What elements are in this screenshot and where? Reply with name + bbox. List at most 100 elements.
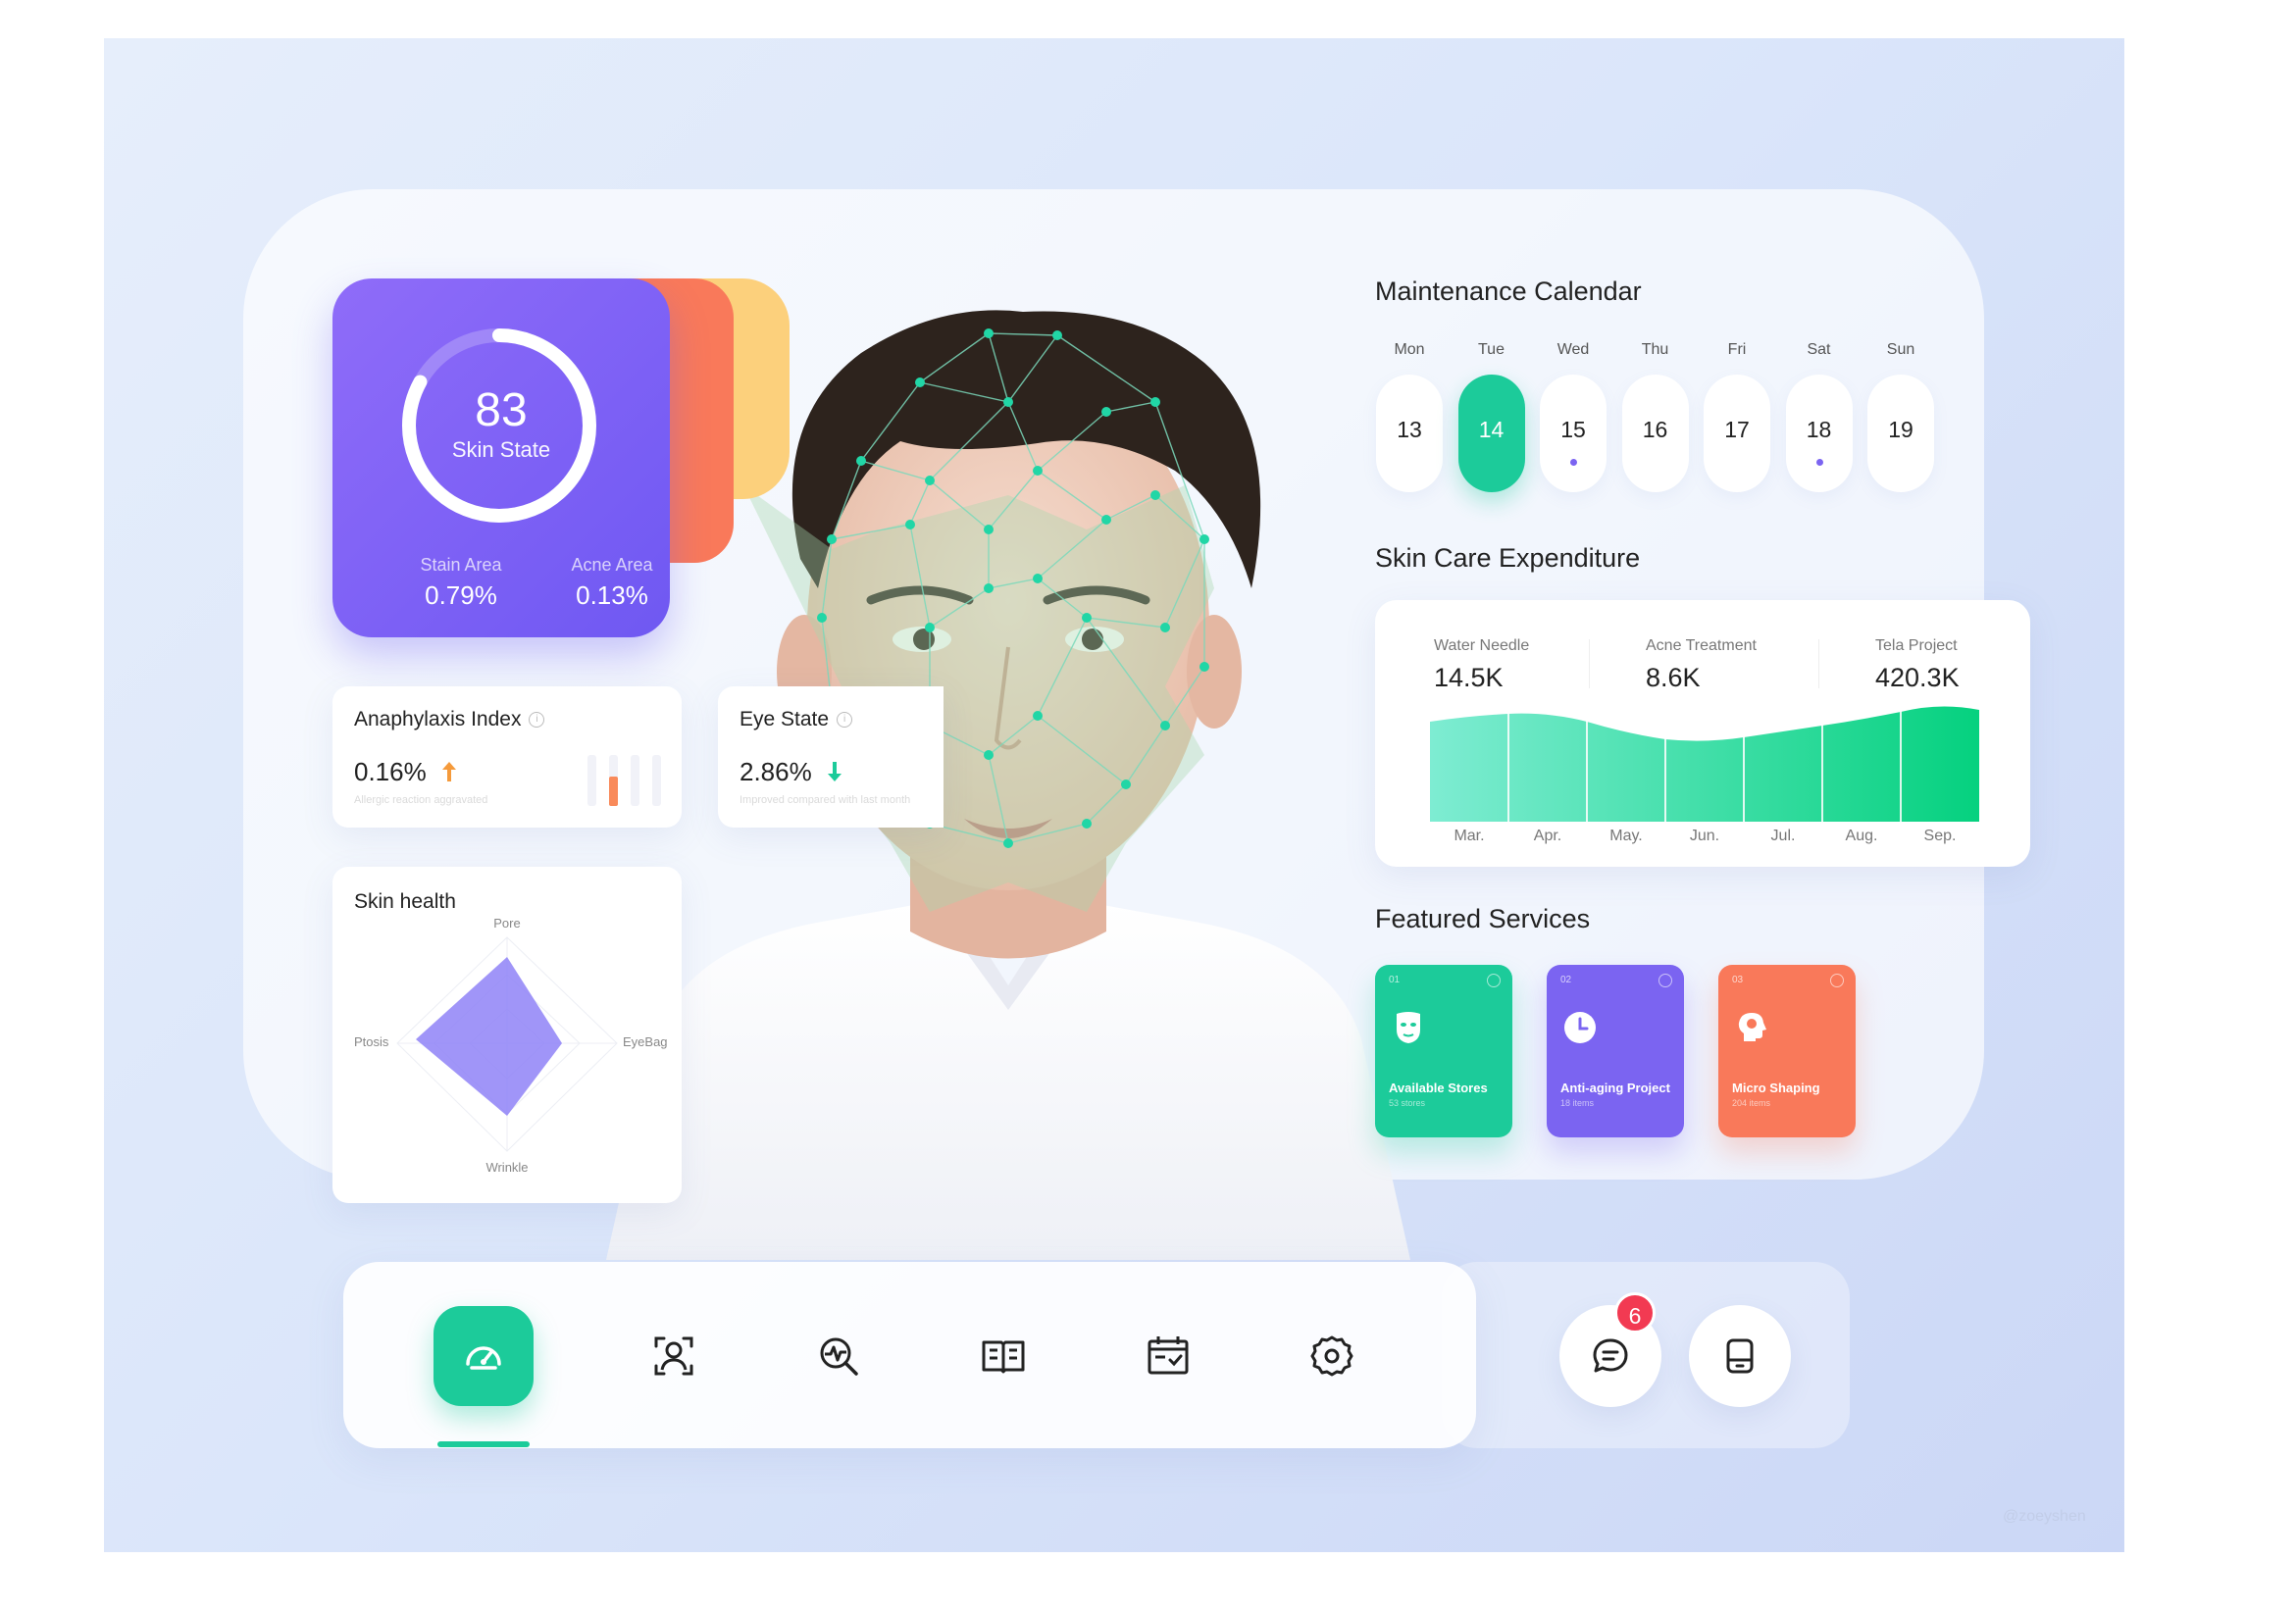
day-number: 18 bbox=[1806, 417, 1832, 442]
service-number: 01 bbox=[1389, 975, 1401, 985]
month-label: Jun. bbox=[1689, 828, 1720, 844]
nav-button-calendar-check[interactable] bbox=[1118, 1306, 1218, 1406]
tablet-icon bbox=[1726, 1338, 1754, 1374]
chat-icon bbox=[1593, 1338, 1628, 1373]
skin-health-radar: Pore EyeBag Wrinkle Ptosis bbox=[354, 916, 668, 1175]
event-dot bbox=[1815, 459, 1823, 466]
calendar-day-17[interactable]: 17 bbox=[1704, 375, 1770, 492]
service-number: 03 bbox=[1732, 975, 1744, 985]
service-card-2[interactable]: 02 Anti-aging Project 18 items bbox=[1547, 965, 1684, 1137]
month-label: Apr. bbox=[1533, 828, 1562, 844]
clock-icon bbox=[1560, 1008, 1600, 1047]
watermark: @zoeyshen bbox=[2003, 1508, 2086, 1525]
calendar-day-14[interactable]: 14 bbox=[1457, 375, 1525, 492]
exp-divider bbox=[1818, 639, 1819, 688]
calendar-day-18[interactable]: 18 bbox=[1785, 375, 1853, 492]
nav-button-dashboard[interactable] bbox=[434, 1306, 534, 1406]
service-card-1[interactable]: 01 Available Stores 53 stores bbox=[1375, 965, 1512, 1137]
info-icon[interactable] bbox=[1487, 974, 1501, 987]
head-profile-icon bbox=[1732, 1008, 1771, 1047]
eye-state-card[interactable]: Eye State i 2.86% Improved compared with … bbox=[718, 686, 944, 828]
service-subtitle: 204 items bbox=[1732, 1098, 1771, 1108]
nav-button-book[interactable] bbox=[953, 1306, 1053, 1406]
month-label: Jul. bbox=[1770, 828, 1796, 844]
featured-services-title: Featured Services bbox=[1375, 904, 1591, 933]
exp-stat-value: 8.6K bbox=[1646, 663, 1701, 692]
day-name-mon: Mon bbox=[1394, 341, 1425, 358]
skin-health-card[interactable]: Skin health Pore EyeBag Wrinkle Ptosis bbox=[332, 867, 682, 1203]
message-count-badge: 6 bbox=[1614, 1292, 1656, 1333]
arrow-down-icon bbox=[827, 762, 842, 781]
anaphylaxis-value: 0.16% bbox=[354, 757, 427, 786]
stain-area-label: Stain Area bbox=[420, 555, 502, 575]
nav-button-gear[interactable] bbox=[1282, 1306, 1382, 1406]
exp-stat-label: Tela Project bbox=[1875, 637, 1958, 654]
day-number: 17 bbox=[1724, 417, 1750, 442]
nav-active-indicator bbox=[437, 1441, 530, 1447]
radar-label-wrinkle: Wrinkle bbox=[485, 1160, 528, 1175]
anaphylaxis-title: Anaphylaxis Index bbox=[354, 708, 522, 730]
service-name: Anti-aging Project bbox=[1560, 1081, 1670, 1095]
day-name-tue: Tue bbox=[1478, 341, 1505, 358]
service-subtitle: 53 stores bbox=[1389, 1098, 1426, 1108]
exp-stat-value: 14.5K bbox=[1434, 663, 1504, 692]
day-name-wed: Wed bbox=[1556, 341, 1590, 358]
day-name-fri: Fri bbox=[1727, 341, 1747, 358]
exp-divider bbox=[1589, 639, 1590, 688]
stain-area-value: 0.79% bbox=[425, 580, 497, 610]
arrow-up-icon bbox=[441, 762, 456, 781]
month-label: May. bbox=[1609, 828, 1643, 844]
info-icon[interactable] bbox=[1830, 974, 1844, 987]
day-number: 16 bbox=[1642, 417, 1668, 442]
info-icon[interactable]: i bbox=[837, 712, 853, 729]
eye-state-value-row: 2.86% bbox=[740, 757, 842, 787]
skin-state-card[interactable]: 83 Skin State Stain Area 0.79% Acne Area… bbox=[332, 278, 670, 637]
calendar-day-19[interactable]: 19 bbox=[1867, 375, 1934, 492]
exp-stat-value: 420.3K bbox=[1875, 663, 1960, 692]
acne-area-value: 0.13% bbox=[576, 580, 648, 610]
day-name-sun: Sun bbox=[1886, 341, 1915, 358]
calendar-day-15[interactable]: 15 bbox=[1540, 375, 1607, 492]
acne-area-label: Acne Area bbox=[571, 555, 653, 575]
service-name: Micro Shaping bbox=[1732, 1081, 1820, 1095]
service-name: Available Stores bbox=[1389, 1081, 1488, 1095]
anaphylaxis-mini-bars bbox=[587, 755, 661, 806]
radar-label-pore: Pore bbox=[493, 916, 520, 931]
day-number: 13 bbox=[1397, 417, 1422, 442]
month-label: Sep. bbox=[1923, 828, 1957, 844]
eye-state-title: Eye State bbox=[740, 708, 830, 730]
expenditure-area-chart bbox=[1430, 704, 1979, 822]
event-dot bbox=[1570, 459, 1577, 466]
eye-state-title-row: Eye State i bbox=[740, 708, 853, 731]
expenditure-title: Skin Care Expenditure bbox=[1375, 543, 1641, 573]
eye-state-note: Improved compared with last month bbox=[740, 794, 911, 806]
day-number: 19 bbox=[1888, 417, 1913, 442]
month-label: Aug. bbox=[1845, 828, 1878, 844]
expenditure-card[interactable]: Water Needle 14.5K Acne Treatment 8.6K T… bbox=[1375, 600, 2030, 867]
radar-label-ptosis: Ptosis bbox=[354, 1034, 389, 1049]
nav-button-face-scan[interactable] bbox=[624, 1306, 724, 1406]
info-icon[interactable] bbox=[1658, 974, 1672, 987]
calendar-day-13[interactable]: 13 bbox=[1376, 375, 1443, 492]
skin-state-label: Skin State bbox=[451, 437, 551, 462]
calendar-title: Maintenance Calendar bbox=[1375, 277, 1642, 306]
skin-state-score: 83 bbox=[475, 384, 528, 436]
service-number: 02 bbox=[1560, 975, 1572, 985]
info-icon[interactable]: i bbox=[529, 712, 545, 729]
radar-label-eyebag: EyeBag bbox=[623, 1034, 668, 1049]
mask-icon bbox=[1389, 1008, 1428, 1047]
nav-button-analysis-search[interactable] bbox=[789, 1306, 889, 1406]
day-number: 15 bbox=[1560, 417, 1586, 442]
day-name-thu: Thu bbox=[1641, 341, 1669, 358]
service-subtitle: 18 items bbox=[1560, 1098, 1595, 1108]
day-number: 14 bbox=[1478, 417, 1505, 442]
anaphylaxis-title-row: Anaphylaxis Index i bbox=[354, 708, 545, 731]
anaphylaxis-note: Allergic reaction aggravated bbox=[354, 794, 488, 806]
anaphylaxis-card[interactable]: Anaphylaxis Index i 0.16% Allergic reacti… bbox=[332, 686, 682, 828]
anaphylaxis-value-row: 0.16% bbox=[354, 757, 457, 787]
calendar-day-16[interactable]: 16 bbox=[1621, 375, 1689, 492]
device-button[interactable] bbox=[1689, 1305, 1791, 1407]
exp-stat-label: Acne Treatment bbox=[1646, 637, 1757, 654]
day-name-sat: Sat bbox=[1807, 341, 1831, 358]
service-card-3[interactable]: 03 Micro Shaping 204 items bbox=[1718, 965, 1856, 1137]
